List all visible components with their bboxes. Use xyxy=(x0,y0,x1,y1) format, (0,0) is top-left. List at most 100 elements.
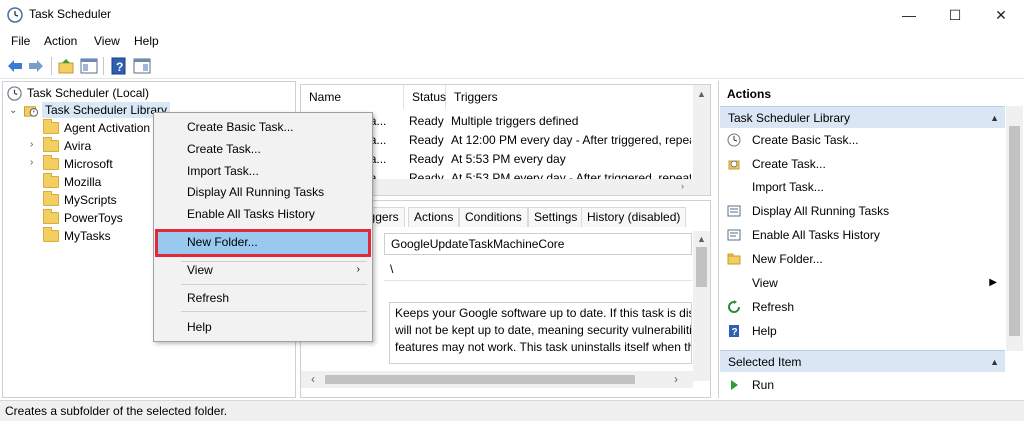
action-run[interactable]: Run xyxy=(719,374,1005,396)
folder-icon xyxy=(43,119,59,134)
menu-item-display-running-tasks[interactable]: Display All Running Tasks xyxy=(154,181,372,203)
scroll-right-icon[interactable]: › xyxy=(674,372,678,386)
folder-icon xyxy=(43,209,59,224)
menu-item-new-folder[interactable]: New Folder... xyxy=(154,231,372,253)
menu-action[interactable]: Action xyxy=(44,34,77,48)
scroll-thumb[interactable] xyxy=(696,247,707,287)
chevron-right-icon[interactable]: › xyxy=(30,139,33,150)
column-header-name[interactable]: Name xyxy=(301,85,404,109)
menu-bar: File Action View Help xyxy=(0,30,1024,52)
new-folder-highlight: New Folder... xyxy=(155,229,371,257)
scroll-left-icon[interactable]: ‹ xyxy=(311,372,315,386)
task-status-cell: Ready xyxy=(409,114,444,128)
vertical-scrollbar[interactable] xyxy=(1006,106,1023,351)
scroll-up-icon[interactable]: ▲ xyxy=(697,89,706,99)
action-view[interactable]: View ▶ xyxy=(719,272,1005,294)
menu-item-help[interactable]: Help xyxy=(154,316,372,338)
chevron-right-icon[interactable]: › xyxy=(30,157,33,168)
scroll-thumb[interactable] xyxy=(325,375,635,384)
forward-arrow-icon[interactable] xyxy=(27,57,45,75)
task-trigger-cell: At 5:53 PM every day - After triggered, … xyxy=(451,171,691,179)
description-line: will not be kept up to date, meaning sec… xyxy=(395,323,692,337)
action-refresh[interactable]: Refresh xyxy=(719,296,1005,318)
menu-item-refresh[interactable]: Refresh xyxy=(154,287,372,309)
action-label: Help xyxy=(752,324,777,338)
task-description-field[interactable]: Keeps your Google software up to date. I… xyxy=(389,302,692,364)
toolbar-separator xyxy=(103,57,104,75)
tree-item-folder[interactable]: Mozilla xyxy=(43,173,101,191)
tree-item-label: Microsoft xyxy=(64,157,113,171)
back-arrow-icon[interactable] xyxy=(6,57,24,75)
menu-item-create-basic-task[interactable]: Create Basic Task... xyxy=(154,116,372,138)
run-play-icon xyxy=(731,380,738,390)
menu-item-import-task[interactable]: Import Task... xyxy=(154,160,372,182)
show-hide-action-pane-icon[interactable] xyxy=(133,57,151,75)
up-folder-icon[interactable] xyxy=(57,57,75,75)
section-label: Task Scheduler Library xyxy=(728,111,851,125)
menu-file[interactable]: File xyxy=(11,34,30,48)
show-hide-console-tree-icon[interactable] xyxy=(80,57,98,75)
menu-item-create-task[interactable]: Create Task... xyxy=(154,138,372,160)
maximize-button[interactable]: ☐ xyxy=(932,0,978,30)
title-bar: Task Scheduler — ☐ ✕ xyxy=(0,0,1024,30)
action-create-basic-task[interactable]: Create Basic Task... xyxy=(719,129,1005,151)
menu-help[interactable]: Help xyxy=(134,34,159,48)
section-selected-item[interactable]: Selected Item ▲ xyxy=(720,350,1005,372)
action-help[interactable]: ? Help xyxy=(719,320,1005,342)
task-trigger-cell: Multiple triggers defined xyxy=(451,114,579,128)
library-folder-icon xyxy=(23,105,39,117)
folder-icon xyxy=(43,191,59,206)
scroll-thumb[interactable] xyxy=(1009,126,1020,336)
tree-item-task-scheduler-library[interactable]: Task Scheduler Library xyxy=(23,101,171,119)
toolbar: ? xyxy=(0,52,1024,79)
action-enable-history[interactable]: Enable All Tasks History xyxy=(719,224,1005,246)
menu-separator xyxy=(181,284,367,285)
folder-icon xyxy=(43,155,59,170)
tree-item-folder[interactable]: Agent Activation xyxy=(43,119,150,137)
task-status-cell: Ready xyxy=(409,152,444,166)
column-header-triggers[interactable]: Triggers xyxy=(446,85,696,109)
vertical-scrollbar[interactable]: ▲ xyxy=(693,231,710,381)
minimize-button[interactable]: — xyxy=(886,0,932,30)
column-header-status[interactable]: Status xyxy=(404,85,446,109)
vertical-scrollbar[interactable]: ▲ xyxy=(693,85,710,179)
scroll-right-icon[interactable]: › xyxy=(681,181,684,191)
action-label: New Folder... xyxy=(752,252,823,266)
tree-item-folder[interactable]: Microsoft xyxy=(43,155,113,173)
collapse-icon[interactable]: ▲ xyxy=(990,351,999,373)
section-task-scheduler-library[interactable]: Task Scheduler Library ▲ xyxy=(720,106,1005,128)
chevron-down-icon[interactable]: ⌄ xyxy=(9,105,17,116)
scroll-up-icon[interactable]: ▲ xyxy=(697,234,706,244)
tree-item-folder[interactable]: MyScripts xyxy=(43,191,117,209)
action-create-task[interactable]: Create Task... xyxy=(719,153,1005,175)
clock-app-icon xyxy=(7,7,23,23)
description-line: features may not work. This task uninsta… xyxy=(395,340,692,354)
tab-conditions[interactable]: Conditions xyxy=(459,207,528,227)
tree-item-folder[interactable]: Avira xyxy=(43,137,91,155)
menu-separator xyxy=(181,311,367,312)
close-button[interactable]: ✕ xyxy=(978,0,1024,30)
task-location-field[interactable]: \ xyxy=(384,259,692,281)
action-import-task[interactable]: Import Task... xyxy=(719,176,1005,198)
menu-item-view[interactable]: View › xyxy=(154,259,372,281)
task-name-field[interactable]: GoogleUpdateTaskMachineCore xyxy=(384,233,692,255)
action-display-running-tasks[interactable]: Display All Running Tasks xyxy=(719,200,1005,222)
svg-text:?: ? xyxy=(732,327,738,338)
menu-item-label: View xyxy=(187,263,213,277)
horizontal-scrollbar[interactable]: ‹ › xyxy=(301,371,693,388)
tab-actions[interactable]: Actions xyxy=(408,207,460,227)
section-label: Selected Item xyxy=(728,355,802,369)
tree-item-folder[interactable]: PowerToys xyxy=(43,209,123,227)
clock-wizard-icon xyxy=(727,133,741,147)
action-label: Create Basic Task... xyxy=(752,133,859,147)
menu-view[interactable]: View xyxy=(94,34,120,48)
menu-item-enable-history[interactable]: Enable All Tasks History xyxy=(154,203,372,225)
tree-item-folder[interactable]: MyTasks xyxy=(43,227,111,245)
action-new-folder[interactable]: New Folder... xyxy=(719,248,1005,270)
tree-root[interactable]: Task Scheduler (Local) xyxy=(7,84,149,102)
tab-history[interactable]: History (disabled) xyxy=(581,207,687,227)
tab-settings[interactable]: Settings xyxy=(528,207,584,227)
help-icon[interactable]: ? xyxy=(110,57,128,75)
collapse-icon[interactable]: ▲ xyxy=(990,107,999,129)
context-menu: Create Basic Task... Create Task... Impo… xyxy=(153,112,373,342)
